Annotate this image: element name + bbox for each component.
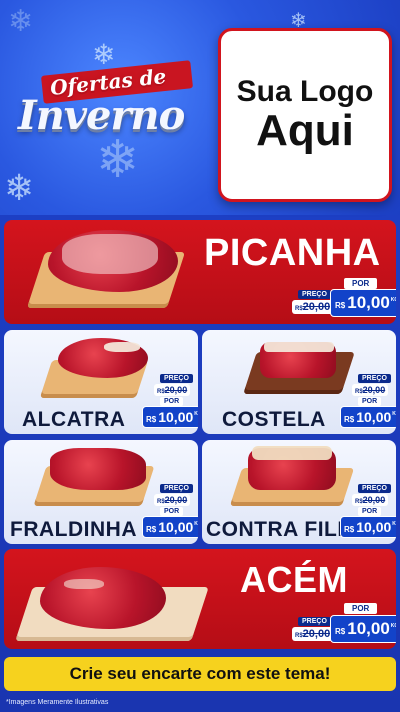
product-name: FRALDINHA [10, 518, 137, 541]
old-price: R$20,00 [292, 300, 334, 314]
product-name: CONTRA FILÉ [206, 518, 352, 541]
new-price: R$10,00KG [142, 406, 198, 428]
logo-line-2: Aqui [256, 106, 354, 156]
price-tag: PREÇO R$20,00 POR R$10,00KG [142, 374, 198, 430]
snowflake-icon: ❄ [4, 168, 35, 209]
por-label: POR [344, 278, 378, 289]
new-price: R$10,00KG [142, 516, 198, 538]
price-tag: PREÇO R$20,00 POR R$10,00KG [340, 484, 396, 540]
price-tag: POR PREÇO R$20,00 R$10,00KG [292, 278, 396, 318]
product-name: ACÉM [240, 559, 348, 600]
new-price: R$10,00KG [340, 406, 396, 428]
old-price: R$20,00 [352, 384, 389, 396]
meat-fat [104, 342, 140, 352]
price-tag: PREÇO R$20,00 POR R$10,00KG [142, 484, 198, 540]
title-big: Inverno [18, 92, 185, 139]
por-label: POR [344, 603, 378, 614]
new-price: R$10,00KG [330, 615, 396, 643]
campaign-title: Ofertas de Inverno [18, 60, 208, 172]
price-tag: POR PREÇO R$20,00 R$10,00KG [292, 603, 396, 645]
price-label: PREÇO [160, 484, 193, 493]
new-price: R$10,00KG [340, 516, 396, 538]
meat-fat [64, 579, 104, 589]
product-name: ALCATRA [22, 408, 126, 431]
disclaimer-text: *Imagens Meramente Ilustrativas [6, 699, 109, 706]
logo-line-1: Sua Logo [236, 75, 374, 109]
product-name: COSTELA [222, 408, 326, 431]
old-price: R$20,00 [292, 627, 334, 641]
old-price: R$20,00 [352, 494, 389, 506]
old-price: R$20,00 [154, 494, 191, 506]
por-label: POR [160, 507, 184, 516]
price-label: PREÇO [298, 290, 331, 299]
product-card-contra-file[interactable]: CONTRA FILÉ PREÇO R$20,00 POR R$10,00KG [202, 440, 396, 544]
logo-placeholder[interactable]: Sua Logo Aqui [218, 28, 392, 202]
header-banner: ❄ ❄ ❄ ❄ ❄ Ofertas de Inverno Sua Logo Aq… [0, 0, 400, 215]
price-label: PREÇO [358, 374, 391, 383]
cta-banner[interactable]: Crie seu encarte com este tema! [4, 657, 396, 691]
price-tag: PREÇO R$20,00 POR R$10,00KG [340, 374, 396, 430]
price-label: PREÇO [358, 484, 391, 493]
meat-fat [252, 446, 332, 460]
flyer-page: ❄ ❄ ❄ ❄ ❄ Ofertas de Inverno Sua Logo Aq… [0, 0, 400, 712]
price-label: PREÇO [160, 374, 193, 383]
por-label: POR [358, 507, 382, 516]
product-card-fraldinha[interactable]: FRALDINHA PREÇO R$20,00 POR R$10,00KG [4, 440, 198, 544]
old-price: R$20,00 [154, 384, 191, 396]
por-label: POR [358, 397, 382, 406]
product-card-costela[interactable]: COSTELA PREÇO R$20,00 POR R$10,00KG [202, 330, 396, 434]
por-label: POR [160, 397, 184, 406]
product-name: PICANHA [204, 232, 381, 274]
meat-image [50, 448, 146, 490]
product-card-picanha[interactable]: PICANHA POR PREÇO R$20,00 R$10,00KG [4, 220, 396, 324]
snowflake-icon: ❄ [8, 4, 34, 39]
product-card-acem[interactable]: ACÉM POR PREÇO R$20,00 R$10,00KG [4, 549, 396, 649]
new-price: R$10,00KG [330, 289, 396, 317]
meat-fat [62, 234, 158, 274]
meat-image [40, 567, 166, 629]
price-label: PREÇO [298, 617, 331, 626]
product-card-alcatra[interactable]: ALCATRA PREÇO R$20,00 POR R$10,00KG [4, 330, 198, 434]
meat-fat [264, 342, 334, 352]
